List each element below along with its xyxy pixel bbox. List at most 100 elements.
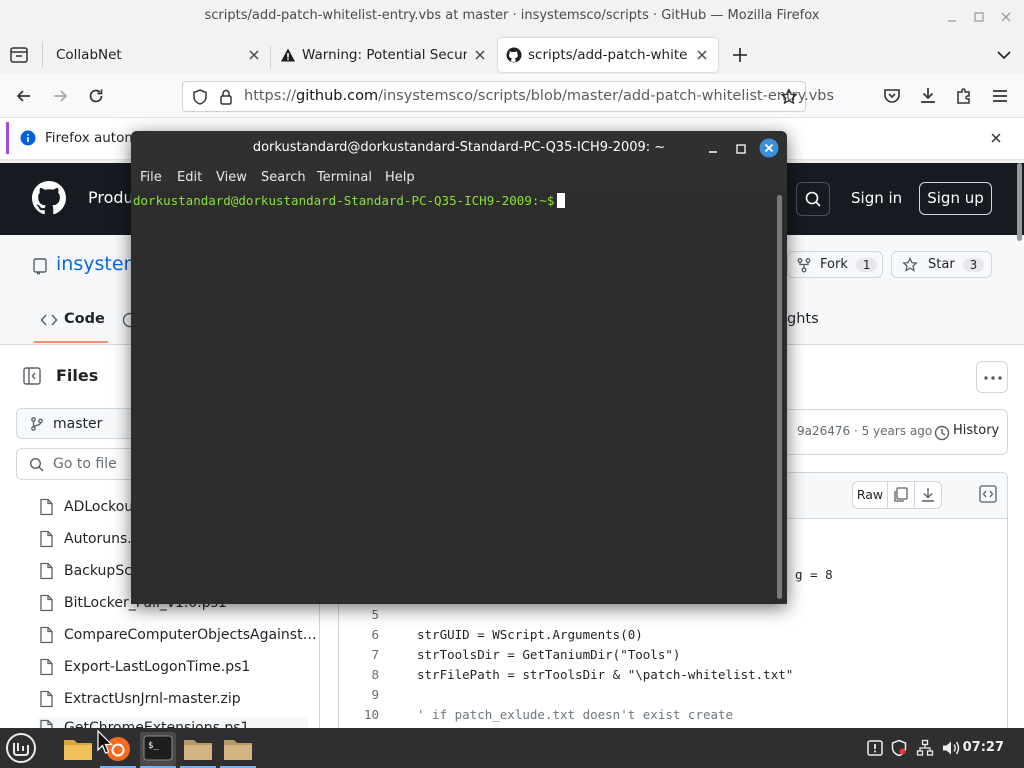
tab-label: Warning: Potential Security	[302, 47, 467, 63]
history-icon	[934, 425, 950, 441]
url-text[interactable]: https://github.com/insystemsco/scripts/b…	[244, 88, 834, 104]
update-manager-icon[interactable]	[866, 739, 884, 757]
tab-github-active[interactable]: scripts/add-patch-whitelist-	[498, 38, 718, 72]
code-square-icon	[979, 485, 997, 503]
close-window-icon[interactable]	[998, 9, 1014, 25]
search-icon	[29, 457, 44, 472]
tab-bar: CollabNet Warning: Potential Security sc…	[0, 34, 1024, 74]
address-bar[interactable]: https://github.com/insystemsco/scripts/b…	[182, 81, 834, 112]
code-line: 7 strToolsDir = GetTaniumDir("Tools")	[371, 647, 681, 662]
list-all-tabs-icon[interactable]	[994, 45, 1014, 65]
clock[interactable]: 07:27	[963, 740, 1004, 755]
star-icon	[902, 256, 918, 272]
close-tab-icon[interactable]	[472, 47, 488, 63]
back-icon[interactable]	[14, 86, 34, 106]
sign-up-button[interactable]: Sign up	[919, 182, 992, 215]
more-options-button[interactable]	[976, 361, 1008, 393]
folder-window-icon[interactable]	[220, 732, 256, 768]
minimize-icon[interactable]	[944, 9, 960, 25]
fork-button[interactable]: Fork 1	[787, 251, 883, 278]
copy-icon	[894, 487, 908, 502]
new-tab-icon[interactable]	[730, 45, 750, 65]
raw-button[interactable]: Raw	[852, 481, 888, 509]
terminal-maximize-icon[interactable]	[733, 141, 749, 157]
menu-edit[interactable]: Edit	[177, 170, 202, 185]
tracking-protection-icon[interactable]	[191, 88, 209, 106]
search-button[interactable]	[796, 182, 830, 216]
symbols-button[interactable]	[975, 481, 1003, 509]
code-line: 5	[371, 607, 379, 622]
file-icon	[40, 626, 53, 644]
repo-owner-link[interactable]: insystem	[56, 253, 142, 275]
tab-collabnet[interactable]: CollabNet	[46, 38, 270, 72]
file-item[interactable]: CompareComputerObjectsAgainst…	[38, 624, 317, 646]
svg-text:$_: $_	[148, 741, 159, 751]
forward-icon[interactable]	[50, 86, 70, 106]
close-tab-icon[interactable]	[694, 47, 710, 63]
warning-icon	[280, 47, 296, 63]
close-notification-icon[interactable]	[988, 130, 1004, 146]
github-logo-icon[interactable]	[32, 181, 66, 215]
star-label: Star	[928, 257, 955, 272]
mint-menu-icon[interactable]	[4, 731, 38, 765]
terminal-launcher-icon[interactable]: $_	[140, 732, 176, 768]
tab-security-warning[interactable]: Warning: Potential Security	[272, 38, 496, 72]
terminal-title: dorkustandard@dorkustandard-Standard-PC-…	[252, 140, 666, 155]
terminal-titlebar[interactable]: dorkustandard@dorkustandard-Standard-PC-…	[131, 131, 787, 167]
extensions-icon[interactable]	[954, 86, 974, 106]
nav-product[interactable]: Produ	[88, 188, 134, 207]
history-link[interactable]: History	[953, 423, 999, 438]
search-icon	[805, 191, 821, 207]
file-item[interactable]: BackupScr	[38, 560, 138, 582]
fork-icon	[797, 257, 811, 272]
menu-terminal[interactable]: Terminal	[317, 170, 372, 185]
maximize-icon[interactable]	[971, 9, 987, 25]
file-item[interactable]: ADLockout	[38, 496, 139, 518]
github-favicon-icon	[506, 47, 522, 63]
terminal-scrollbar[interactable]	[777, 195, 782, 599]
folder-window-icon[interactable]	[180, 732, 216, 768]
tab-insights[interactable]: ghts	[787, 311, 819, 327]
download-button[interactable]	[914, 481, 942, 509]
tab-label: scripts/add-patch-whitelist-	[528, 47, 688, 63]
copy-button[interactable]	[887, 481, 915, 509]
terminal-close-icon[interactable]	[759, 138, 779, 158]
sign-in-link[interactable]: Sign in	[851, 189, 902, 207]
terminal-minimize-icon[interactable]	[705, 141, 721, 157]
file-item[interactable]: ExtractUsnJrnl-master.zip	[38, 688, 241, 710]
terminal-window: dorkustandard@dorkustandard-Standard-PC-…	[131, 131, 787, 604]
downloads-icon[interactable]	[918, 86, 938, 106]
reload-icon[interactable]	[86, 86, 106, 106]
files-launcher-icon[interactable]	[60, 732, 96, 766]
window-title: scripts/add-patch-whitelist-entry.vbs at…	[204, 8, 820, 23]
commit-info[interactable]: 9a26476 · 5 years ago	[797, 424, 932, 438]
file-item[interactable]: Export-LastLogonTime.ps1	[38, 656, 250, 678]
branch-name: master	[53, 416, 103, 432]
terminal-content[interactable]: dorkustandard@dorkustandard-Standard-PC-…	[131, 191, 787, 604]
network-icon[interactable]	[916, 739, 934, 757]
file-icon	[40, 594, 53, 612]
close-tab-icon[interactable]	[246, 47, 262, 63]
menu-help[interactable]: Help	[385, 170, 415, 185]
code-line: 6 strGUID = WScript.Arguments(0)	[371, 627, 643, 642]
hamburger-menu-icon[interactable]	[990, 86, 1010, 106]
file-item[interactable]: Autoruns.z	[38, 528, 139, 550]
collapse-sidebar-icon[interactable]	[22, 366, 42, 386]
bookmark-star-icon[interactable]	[780, 88, 798, 106]
taskbar: $_ 07:27	[0, 728, 1024, 768]
menu-file[interactable]: File	[140, 170, 162, 185]
star-button[interactable]: Star 3	[891, 251, 992, 278]
tab-code[interactable]: Code	[64, 311, 105, 327]
menu-view[interactable]: View	[216, 170, 247, 185]
tab-overview-icon[interactable]	[8, 44, 30, 66]
page-scrollbar[interactable]	[1017, 163, 1022, 241]
volume-icon[interactable]	[941, 739, 961, 757]
go-to-file-placeholder: Go to file	[53, 456, 117, 472]
pocket-icon[interactable]	[882, 86, 902, 106]
code-fragment: g = 8	[795, 567, 833, 582]
fork-count: 1	[855, 257, 878, 272]
lock-icon[interactable]	[217, 88, 235, 106]
star-count: 3	[962, 257, 985, 272]
menu-search[interactable]: Search	[261, 170, 306, 185]
shield-icon[interactable]	[890, 739, 908, 757]
